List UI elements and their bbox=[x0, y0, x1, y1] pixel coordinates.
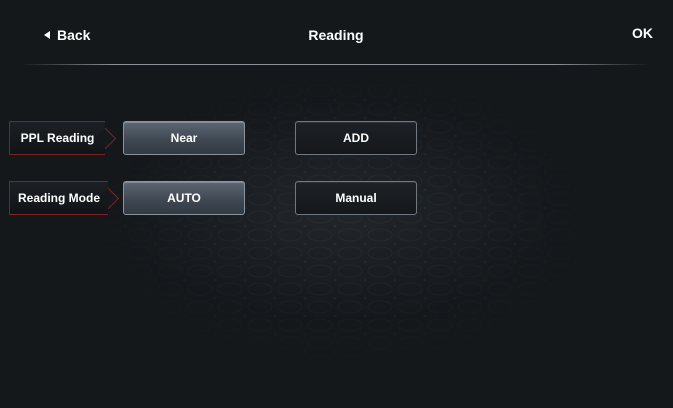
ok-button[interactable]: OK bbox=[632, 22, 653, 44]
manual-button[interactable]: Manual bbox=[295, 181, 417, 215]
reading-screen: Back Reading OK PPL Reading Near ADD Rea… bbox=[0, 0, 673, 408]
back-label: Back bbox=[57, 27, 91, 43]
page-title: Reading bbox=[308, 27, 364, 43]
auto-button[interactable]: AUTO bbox=[123, 181, 245, 215]
add-button[interactable]: ADD bbox=[295, 121, 417, 155]
left-triangle-icon bbox=[44, 31, 50, 39]
ppl-reading-label: PPL Reading bbox=[9, 121, 105, 155]
back-button[interactable]: Back bbox=[44, 24, 90, 46]
near-button[interactable]: Near bbox=[123, 121, 245, 155]
header-bar: Back Reading OK bbox=[0, 0, 673, 64]
reading-mode-label: Reading Mode bbox=[9, 181, 108, 215]
header-divider bbox=[20, 64, 650, 65]
